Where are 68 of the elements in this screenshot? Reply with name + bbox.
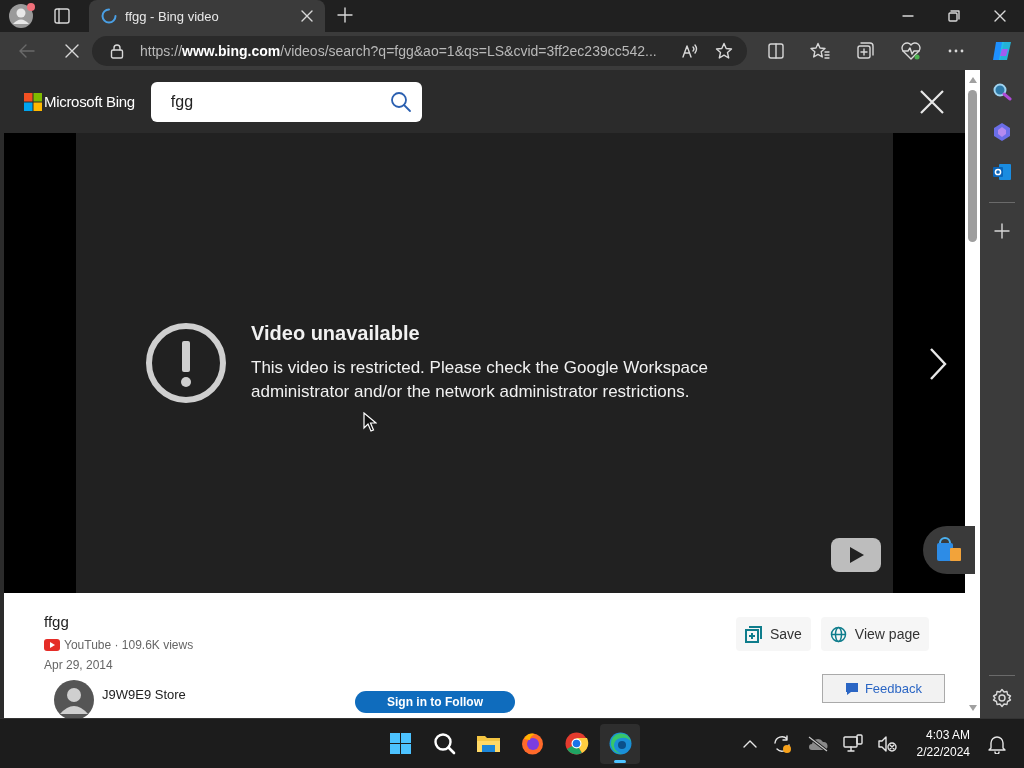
url-text: https://www.bing.com/videos/search?q=fgg&ao=1&qs=LS&cvid=3ff2ec239cc542... xyxy=(140,43,658,59)
edge-icon xyxy=(607,731,633,756)
browser-tab[interactable]: ffgg - Bing video xyxy=(89,0,325,32)
chat-icon xyxy=(844,681,859,696)
loading-spinner-icon xyxy=(101,8,117,24)
clock-date: 2/22/2024 xyxy=(916,743,970,761)
view-page-button[interactable]: View page xyxy=(820,617,929,651)
close-icon[interactable] xyxy=(994,10,1006,22)
feedback-button[interactable]: Feedback xyxy=(821,674,945,703)
mouse-cursor-icon xyxy=(363,412,377,432)
outlook-icon[interactable] xyxy=(992,162,1012,182)
settings-icon[interactable] xyxy=(992,688,1012,708)
shopping-button[interactable] xyxy=(923,526,975,574)
clock-button[interactable]: 4:03 AM 2/22/2024 xyxy=(916,726,970,761)
clock-time: 4:03 AM xyxy=(924,726,970,744)
add-icon[interactable] xyxy=(994,223,1010,239)
search-icon[interactable] xyxy=(389,90,412,113)
scrollbar[interactable] xyxy=(965,70,980,718)
star-icon[interactable] xyxy=(715,42,733,60)
copilot-icon[interactable] xyxy=(992,122,1012,142)
video-title: ffgg xyxy=(44,613,70,630)
health-pulse-icon[interactable] xyxy=(900,41,922,61)
chrome-icon xyxy=(563,731,589,756)
scroll-thumb[interactable] xyxy=(968,90,977,242)
profile-avatar-icon[interactable] xyxy=(8,2,36,30)
favorites-icon[interactable] xyxy=(810,42,830,60)
chevron-up-icon[interactable] xyxy=(742,738,757,749)
exclamation-icon xyxy=(145,322,227,404)
youtube-icon xyxy=(44,639,60,651)
windows-logo-icon xyxy=(24,92,42,111)
cloud-off-icon[interactable] xyxy=(806,735,829,752)
search-icon xyxy=(431,731,457,756)
tab-actions-icon[interactable] xyxy=(52,6,72,26)
globe-icon xyxy=(829,625,847,643)
network-icon[interactable] xyxy=(842,733,863,754)
add-icon xyxy=(744,625,762,643)
taskbar-app-button[interactable] xyxy=(600,723,640,764)
play-icon[interactable] xyxy=(831,538,881,572)
address-bar[interactable]: https://www.bing.com/videos/search?q=fgg&ao=1&qs=LS&cvid=3ff2ec239cc542... xyxy=(92,36,747,66)
search-field[interactable]: fgg xyxy=(150,81,422,122)
read-aloud-icon[interactable] xyxy=(681,43,699,59)
error-message: This video is restricted. Please check the Google Workspace administrator and/or the network administrator restrictions. xyxy=(251,357,709,403)
save-button[interactable]: Save xyxy=(735,617,811,651)
new-tab-icon[interactable] xyxy=(337,7,353,23)
scroll-up-icon xyxy=(967,76,978,84)
restore-icon[interactable] xyxy=(948,10,960,22)
close-icon[interactable] xyxy=(919,88,945,115)
follow-button[interactable]: Sign in to Follow xyxy=(355,691,515,713)
error-title: Video unavailable xyxy=(251,322,421,345)
lock-icon xyxy=(110,43,124,59)
start-icon xyxy=(387,731,413,756)
volume-muted-icon[interactable] xyxy=(876,734,897,753)
active-indicator xyxy=(614,759,626,763)
notification-bell-icon[interactable] xyxy=(988,733,1006,754)
search-icon[interactable] xyxy=(992,82,1012,102)
scroll-down-icon xyxy=(967,704,978,712)
tab-title: ffgg - Bing video xyxy=(125,8,220,24)
collections-icon[interactable] xyxy=(855,41,875,61)
stop-loading-icon[interactable] xyxy=(64,43,80,59)
split-screen-icon[interactable] xyxy=(767,42,785,60)
upload-date: Apr 29, 2014 xyxy=(44,658,114,672)
brand-name: Microsoft Bing xyxy=(44,93,135,110)
avatar-icon xyxy=(54,680,94,718)
source-views: YouTube · 109.6K views xyxy=(64,638,194,652)
firefox-icon xyxy=(519,731,545,756)
channel-name[interactable]: J9W9E9 Store xyxy=(102,686,355,702)
close-icon[interactable] xyxy=(301,10,313,22)
copilot-icon[interactable] xyxy=(990,39,1014,63)
